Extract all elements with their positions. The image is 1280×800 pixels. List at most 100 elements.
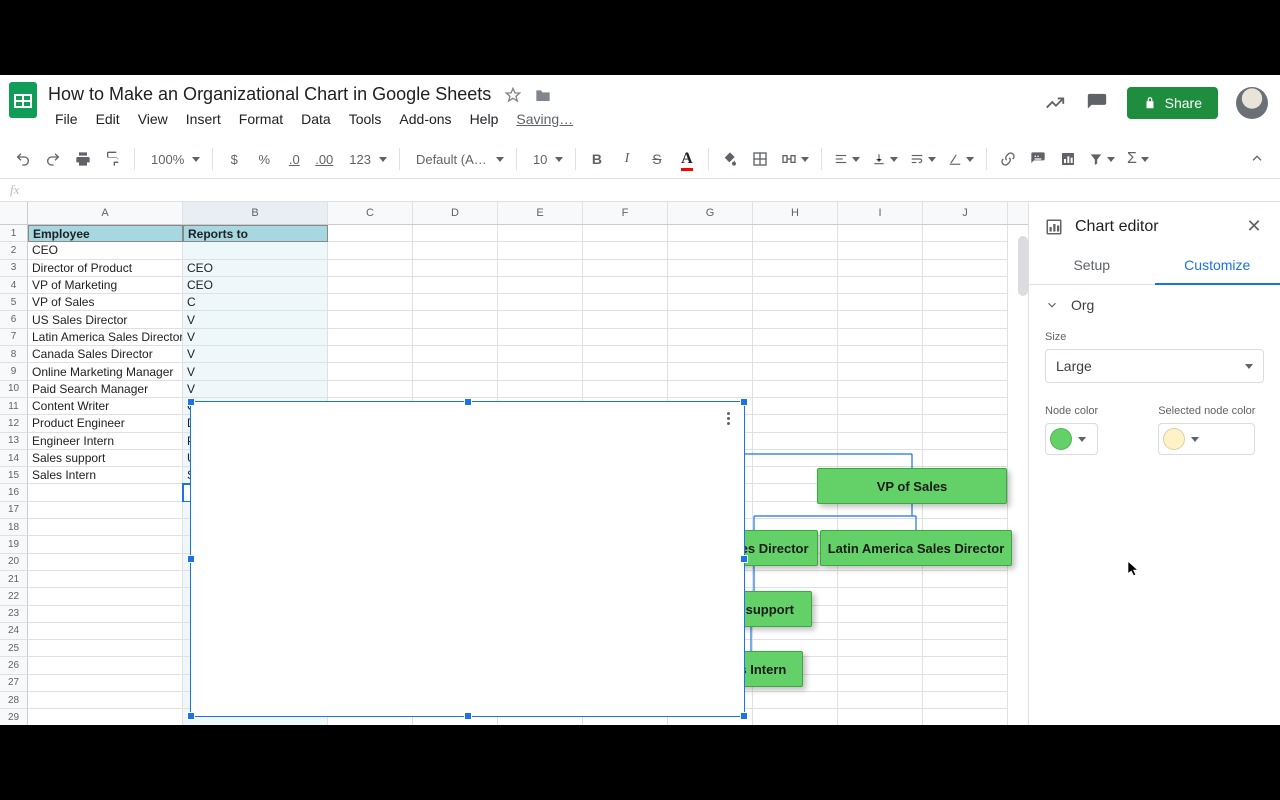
filter-dropdown[interactable]	[1085, 152, 1119, 166]
node-color-picker[interactable]	[1045, 423, 1098, 455]
comment-icon[interactable]	[1025, 146, 1051, 172]
cell[interactable]	[668, 346, 753, 363]
cell[interactable]	[328, 225, 413, 242]
rotate-dropdown[interactable]	[944, 152, 978, 166]
row-header[interactable]: 15	[0, 467, 28, 484]
cell[interactable]	[413, 260, 498, 277]
cell[interactable]	[838, 294, 923, 311]
cell[interactable]	[668, 363, 753, 380]
avatar[interactable]	[1236, 87, 1268, 119]
number-format-dropdown[interactable]: 123	[341, 152, 391, 167]
row-header[interactable]: 12	[0, 415, 28, 432]
cell[interactable]	[668, 260, 753, 277]
cell[interactable]	[753, 311, 838, 328]
cell[interactable]	[668, 277, 753, 294]
selected-node-color-picker[interactable]	[1158, 423, 1255, 455]
cell[interactable]	[583, 346, 668, 363]
row-header[interactable]: 13	[0, 433, 28, 450]
row-header[interactable]: 6	[0, 311, 28, 328]
cell[interactable]	[583, 329, 668, 346]
cell[interactable]: Reports to	[183, 225, 328, 242]
col-header-c[interactable]: C	[328, 202, 413, 224]
cell[interactable]	[498, 225, 583, 242]
cell[interactable]	[923, 311, 1008, 328]
cell[interactable]	[923, 242, 1008, 259]
cell[interactable]	[923, 260, 1008, 277]
cell[interactable]	[328, 346, 413, 363]
chart-object[interactable]	[190, 401, 745, 717]
cell[interactable]	[753, 294, 838, 311]
row-header[interactable]: 24	[0, 623, 28, 640]
row-header[interactable]: 3	[0, 260, 28, 277]
star-icon[interactable]	[505, 87, 521, 103]
cell[interactable]	[753, 260, 838, 277]
vertical-scrollbar-thumb[interactable]	[1018, 236, 1028, 296]
col-header-e[interactable]: E	[498, 202, 583, 224]
row-header[interactable]: 27	[0, 675, 28, 692]
cell[interactable]	[668, 242, 753, 259]
cell[interactable]	[923, 346, 1008, 363]
fill-color-icon[interactable]	[717, 146, 743, 172]
cell[interactable]	[28, 571, 183, 588]
cell[interactable]	[753, 225, 838, 242]
cell[interactable]: C	[183, 294, 328, 311]
col-header-b[interactable]: B	[183, 202, 328, 224]
cell[interactable]	[28, 606, 183, 623]
format-percent-button[interactable]: %	[251, 146, 277, 172]
tab-customize[interactable]: Customize	[1155, 247, 1280, 285]
col-header-a[interactable]: A	[28, 202, 183, 224]
paint-format-icon[interactable]	[100, 146, 126, 172]
cell[interactable]	[838, 363, 923, 380]
col-header-i[interactable]: I	[838, 202, 923, 224]
increase-decimal-button[interactable]: .00	[311, 146, 337, 172]
row-header[interactable]: 2	[0, 242, 28, 259]
resize-handle[interactable]	[464, 712, 472, 720]
row-header[interactable]: 7	[0, 329, 28, 346]
menu-data[interactable]: Data	[293, 109, 339, 129]
cell[interactable]	[413, 294, 498, 311]
cell[interactable]: Engineer Intern	[28, 433, 183, 450]
col-header-f[interactable]: F	[583, 202, 668, 224]
cell[interactable]	[498, 277, 583, 294]
chart-menu-icon[interactable]	[718, 408, 738, 428]
menu-tools[interactable]: Tools	[341, 109, 390, 129]
cell[interactable]	[28, 640, 183, 657]
cell[interactable]	[838, 260, 923, 277]
resize-handle[interactable]	[740, 712, 748, 720]
sheets-logo[interactable]	[9, 82, 37, 118]
col-header-j[interactable]: J	[923, 202, 1008, 224]
cell[interactable]	[753, 346, 838, 363]
v-align-dropdown[interactable]	[868, 152, 902, 166]
move-folder-icon[interactable]	[535, 87, 551, 103]
row-header[interactable]: 17	[0, 502, 28, 519]
cell[interactable]	[838, 225, 923, 242]
cell[interactable]: US Sales Director	[28, 311, 183, 328]
print-icon[interactable]	[70, 146, 96, 172]
cell[interactable]	[923, 277, 1008, 294]
cell[interactable]	[668, 329, 753, 346]
cell[interactable]	[838, 242, 923, 259]
row-header[interactable]: 8	[0, 346, 28, 363]
row-header[interactable]: 20	[0, 554, 28, 571]
cell[interactable]	[328, 242, 413, 259]
resize-handle[interactable]	[740, 398, 748, 406]
cell[interactable]: Latin America Sales Director	[28, 329, 183, 346]
menu-view[interactable]: View	[130, 109, 176, 129]
zoom-dropdown[interactable]: 100%	[143, 152, 204, 167]
cell[interactable]: VP of Marketing	[28, 277, 183, 294]
decrease-decimal-button[interactable]: .0	[281, 146, 307, 172]
org-node[interactable]: VP of Sales	[817, 468, 1007, 504]
cell[interactable]	[183, 242, 328, 259]
cell[interactable]	[668, 225, 753, 242]
resize-handle[interactable]	[187, 398, 195, 406]
cell[interactable]	[753, 242, 838, 259]
insert-chart-icon[interactable]	[1055, 146, 1081, 172]
col-header-d[interactable]: D	[413, 202, 498, 224]
cell[interactable]	[753, 329, 838, 346]
cell[interactable]	[28, 502, 183, 519]
cell[interactable]	[28, 484, 183, 501]
cell[interactable]	[328, 363, 413, 380]
cell[interactable]	[413, 363, 498, 380]
cell[interactable]	[328, 260, 413, 277]
row-header[interactable]: 18	[0, 519, 28, 536]
